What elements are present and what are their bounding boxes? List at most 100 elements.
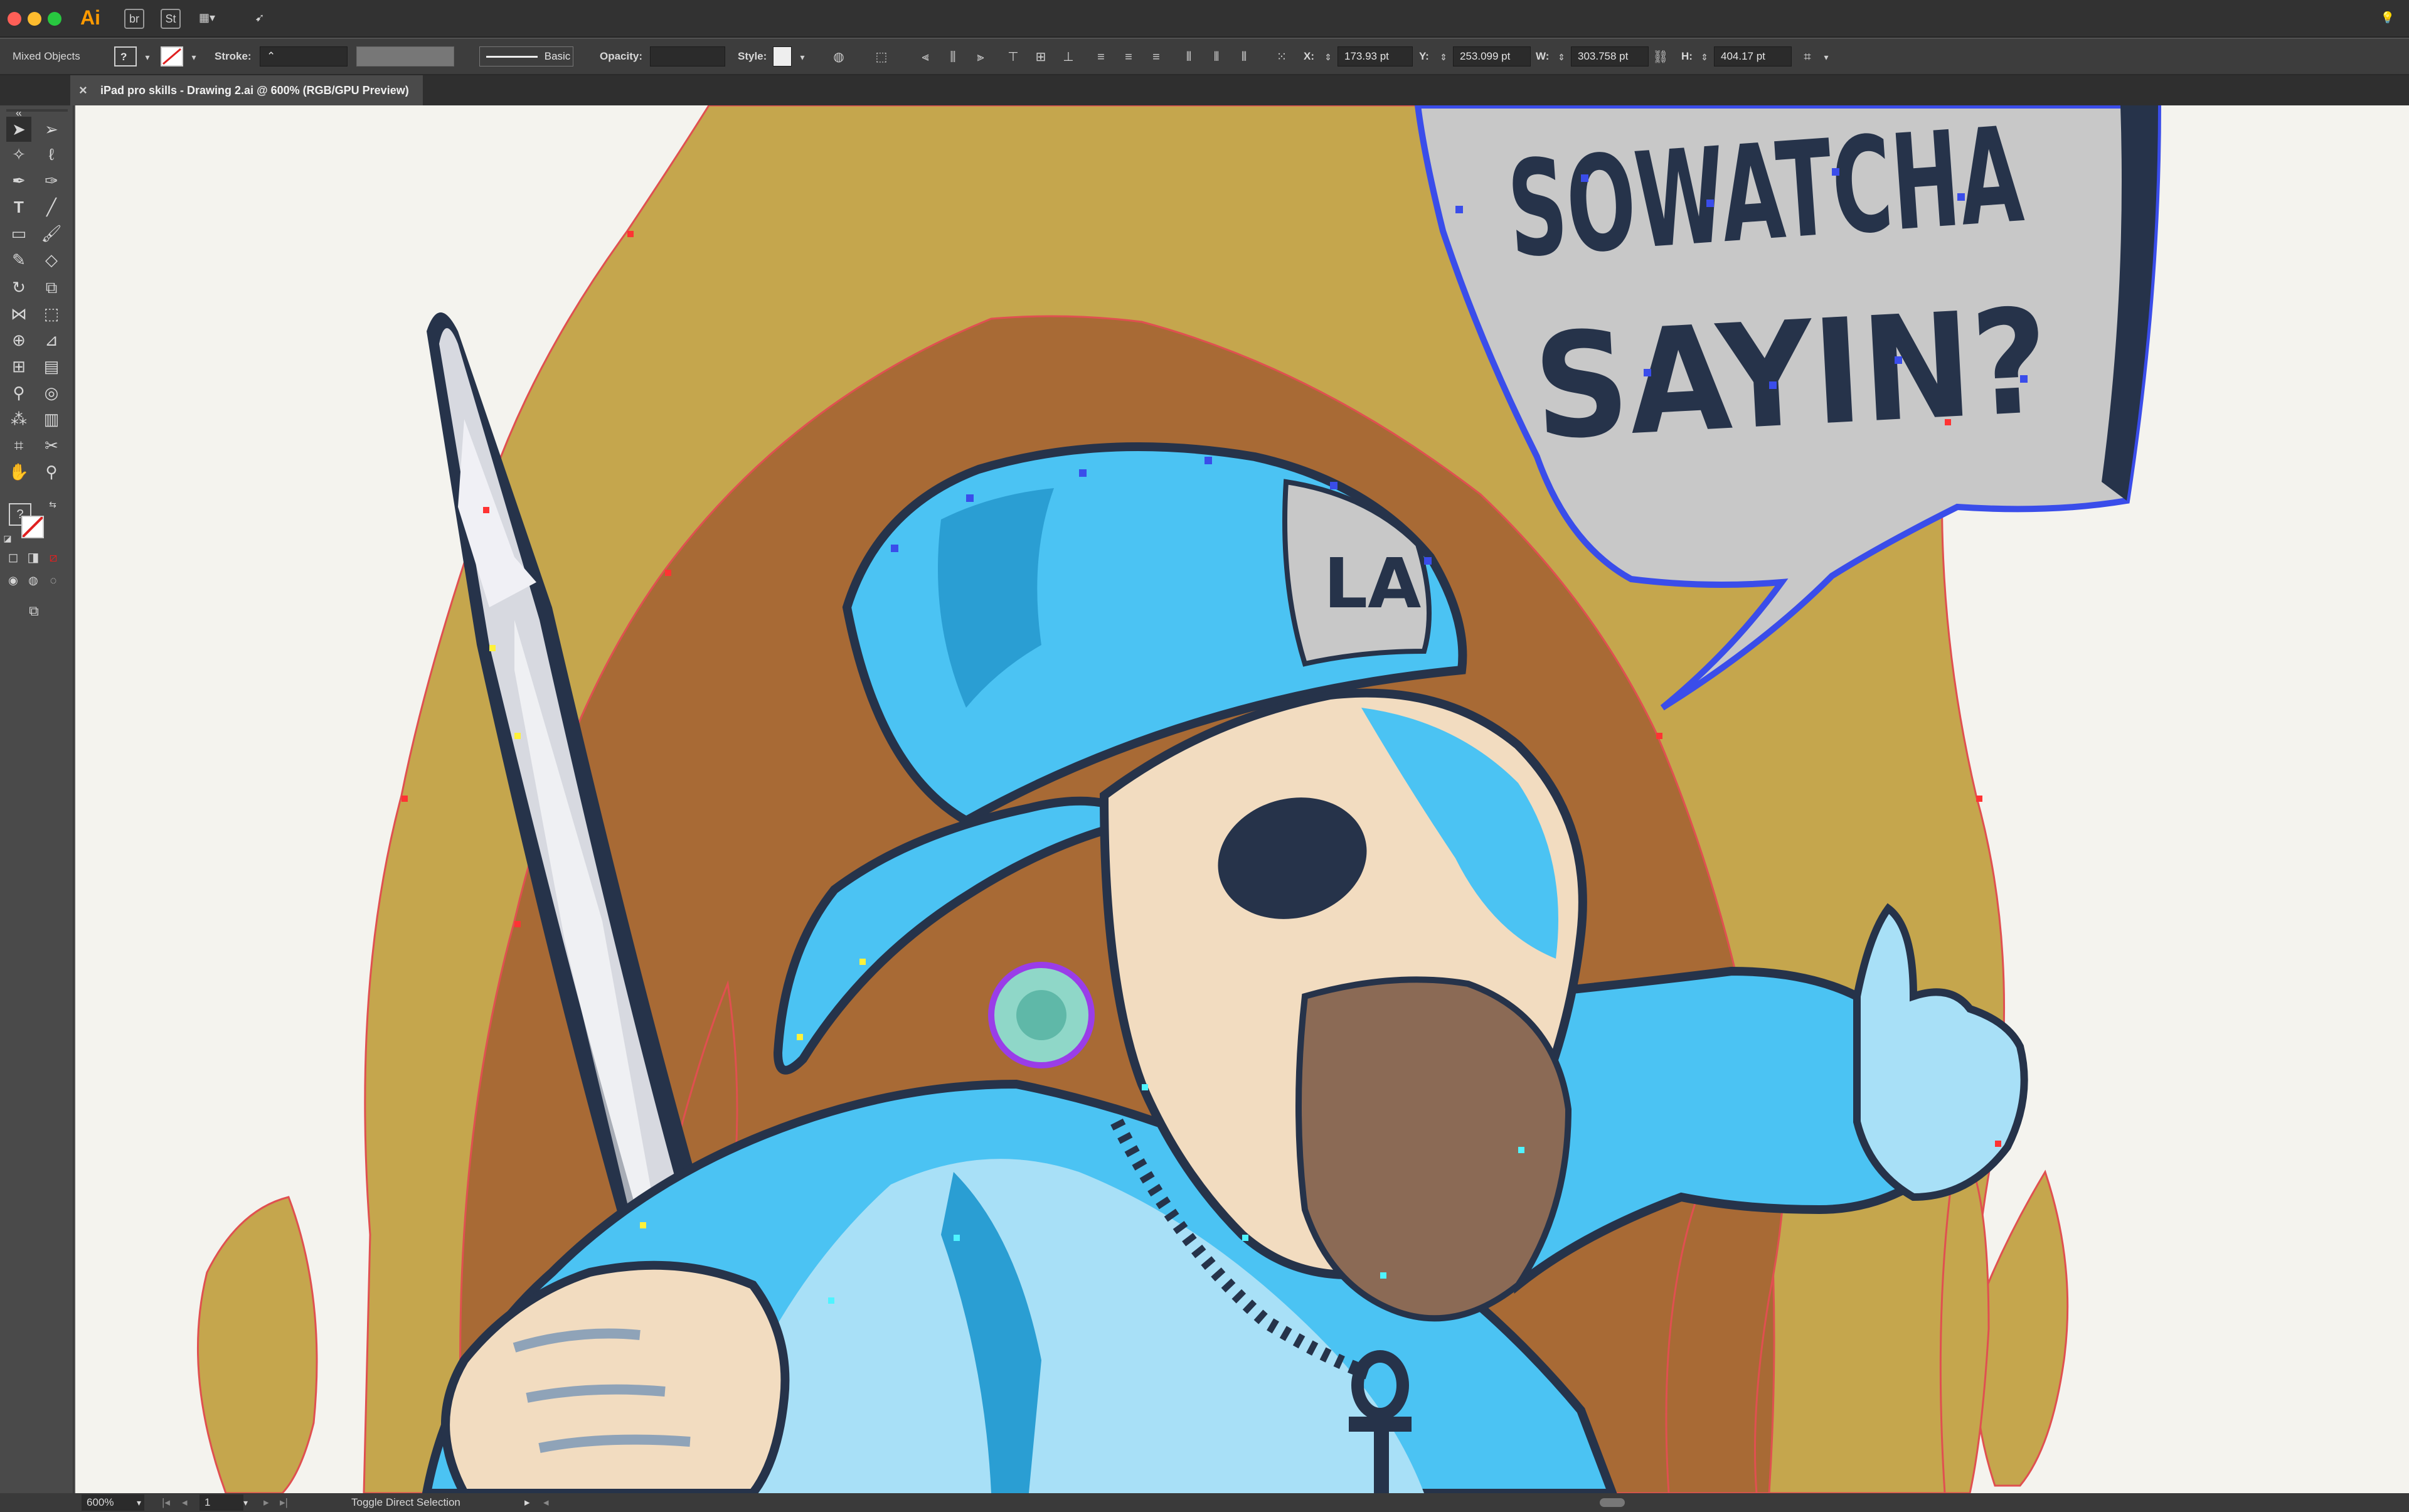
align-left-icon[interactable]: ⫷ — [916, 48, 935, 67]
brush-definition-dropdown[interactable]: Basic — [479, 46, 573, 67]
stroke-weight-field[interactable]: ⌃ — [260, 46, 348, 67]
chevron-down-icon[interactable]: ▾ — [793, 48, 812, 67]
eraser-tool-icon[interactable]: ◇ — [39, 247, 64, 272]
chevron-down-icon[interactable]: ▾ — [184, 48, 203, 67]
default-colors-icon[interactable]: ◪ — [1, 532, 14, 545]
distribute-right-icon[interactable]: ⦀ — [1235, 48, 1253, 67]
distribute-center-icon[interactable]: ⦀ — [1207, 48, 1226, 67]
stepper-icon[interactable]: ⇕ — [1695, 48, 1714, 67]
chevron-down-icon[interactable]: ▾ — [138, 48, 157, 67]
direct-selection-tool-icon[interactable]: ➢ — [39, 117, 64, 142]
symbol-sprayer-tool-icon[interactable]: ⁂ — [6, 407, 31, 432]
chevron-down-icon[interactable]: ▾ — [1817, 48, 1836, 67]
previous-artboard-icon[interactable]: ◂ — [182, 1493, 188, 1512]
scroll-left-icon[interactable]: ◂ — [543, 1493, 549, 1512]
stepper-icon[interactable]: ⇕ — [1319, 48, 1337, 67]
none-mode-icon[interactable]: ⧄ — [45, 550, 61, 566]
slice-tool-icon[interactable]: ✂ — [39, 433, 64, 458]
status-menu-icon[interactable]: ▸ — [524, 1493, 530, 1512]
stock-icon[interactable]: St — [161, 9, 181, 29]
transform-options-icon[interactable]: ⌗ — [1798, 48, 1817, 67]
stroke-swatch[interactable] — [161, 46, 183, 67]
last-artboard-icon[interactable]: ▸| — [280, 1493, 288, 1512]
gradient-mode-icon[interactable]: ◨ — [25, 550, 41, 566]
stepper-icon[interactable]: ⇕ — [1552, 48, 1571, 67]
zoom-level-field[interactable]: 600% — [82, 1494, 144, 1511]
y-position-field[interactable]: 253.099 pt — [1453, 46, 1531, 67]
reference-point-icon[interactable]: ⁙ — [1272, 48, 1291, 67]
align-top-icon[interactable]: ⊤ — [1004, 48, 1023, 67]
artboard-tool-icon[interactable]: ⌗ — [6, 433, 31, 458]
distribute-middle-icon[interactable]: ≡ — [1119, 48, 1138, 67]
perspective-grid-tool-icon[interactable]: ⊿ — [39, 327, 64, 353]
fill-swatch[interactable]: ? — [114, 46, 137, 67]
rectangle-tool-icon[interactable]: ▭ — [6, 221, 31, 246]
zoom-window-button[interactable] — [48, 12, 61, 26]
align-center-icon[interactable]: ⫼ — [944, 48, 962, 67]
width-field[interactable]: 303.758 pt — [1571, 46, 1649, 67]
type-tool-icon[interactable]: T — [6, 194, 31, 220]
line-segment-tool-icon[interactable]: ╱ — [39, 194, 64, 220]
swap-colors-icon[interactable]: ⇆ — [46, 498, 59, 511]
graphic-style-swatch[interactable] — [773, 46, 792, 67]
gradient-tool-icon[interactable]: ▤ — [39, 354, 64, 379]
align-bottom-icon[interactable]: ⊥ — [1059, 48, 1078, 67]
paintbrush-tool-icon[interactable]: 🖌 — [39, 221, 64, 246]
zoom-tool-icon[interactable]: ⚲ — [39, 459, 64, 484]
speech-text-line-2[interactable]: SAYIN? — [1530, 278, 2053, 472]
free-transform-tool-icon[interactable]: ⬚ — [39, 301, 64, 326]
pen-tool-icon[interactable]: ✒ — [6, 168, 31, 193]
document-tab[interactable]: × iPad pro skills - Drawing 2.ai @ 600% … — [70, 75, 423, 105]
selection-tool-icon[interactable]: ➤ — [6, 117, 31, 142]
height-field[interactable]: 404.17 pt — [1714, 46, 1792, 67]
recolor-artwork-icon[interactable]: ◍ — [829, 48, 848, 67]
horizontal-scrollbar-thumb[interactable] — [1600, 1498, 1625, 1507]
workspace-layout-icon[interactable]: ▦▾ — [197, 9, 217, 29]
align-middle-icon[interactable]: ⊞ — [1031, 48, 1050, 67]
lasso-tool-icon[interactable]: ℓ — [39, 142, 64, 167]
gpu-performance-icon[interactable]: ➹ — [250, 9, 270, 29]
rotate-tool-icon[interactable]: ↻ — [6, 275, 31, 300]
stroke-color-box[interactable] — [21, 516, 44, 538]
distribute-left-icon[interactable]: ⦀ — [1179, 48, 1198, 67]
hand-tool-icon[interactable]: ✋ — [6, 459, 31, 484]
draw-behind-icon[interactable]: ◍ — [25, 572, 41, 588]
close-window-button[interactable] — [8, 12, 21, 26]
align-to-icon[interactable]: ⬚ — [872, 48, 891, 67]
constrain-proportions-icon[interactable]: ⛓ — [1651, 48, 1670, 67]
curvature-tool-icon[interactable]: ✑ — [39, 168, 64, 193]
shaper-tool-icon[interactable]: ✎ — [6, 247, 31, 272]
draw-normal-icon[interactable]: ◉ — [5, 572, 21, 588]
blend-tool-icon[interactable]: ◎ — [39, 380, 64, 405]
close-tab-icon[interactable]: × — [79, 75, 87, 105]
panel-grip[interactable] — [6, 109, 68, 112]
color-mode-icon[interactable]: ◻ — [5, 550, 21, 566]
first-artboard-icon[interactable]: |◂ — [162, 1493, 170, 1512]
beard[interactable] — [1295, 976, 1572, 1322]
width-tool-icon[interactable]: ⋈ — [6, 301, 31, 326]
artboard-canvas[interactable]: SOWATCHA SAYIN? LA — [75, 105, 2409, 1493]
chevron-down-icon[interactable]: ▾ — [137, 1493, 141, 1512]
column-graph-tool-icon[interactable]: ▥ — [39, 407, 64, 432]
lightbulb-icon[interactable]: 💡 — [2378, 9, 2398, 29]
opacity-field[interactable] — [650, 46, 725, 67]
distribute-bottom-icon[interactable]: ≡ — [1147, 48, 1166, 67]
variable-width-profile[interactable] — [356, 46, 454, 67]
x-position-field[interactable]: 173.93 pt — [1337, 46, 1413, 67]
screen-mode-icon[interactable]: ⧉ — [21, 599, 46, 624]
minimize-window-button[interactable] — [28, 12, 41, 26]
magic-wand-tool-icon[interactable]: ✧ — [6, 142, 31, 167]
draw-inside-icon[interactable]: ◌ — [45, 572, 61, 588]
shape-builder-tool-icon[interactable]: ⊕ — [6, 327, 31, 353]
align-right-icon[interactable]: ⫸ — [971, 48, 990, 67]
bridge-icon[interactable]: br — [124, 9, 144, 29]
chevron-down-icon[interactable]: ▾ — [243, 1493, 248, 1512]
scale-tool-icon[interactable]: ⧉ — [39, 275, 64, 300]
distribute-top-icon[interactable]: ≡ — [1092, 48, 1110, 67]
stepper-icon[interactable]: ⇕ — [1434, 48, 1453, 67]
mesh-tool-icon[interactable]: ⊞ — [6, 354, 31, 379]
illustration-artwork[interactable]: SOWATCHA SAYIN? LA — [75, 105, 2409, 1493]
next-artboard-icon[interactable]: ▸ — [263, 1493, 269, 1512]
eyedropper-tool-icon[interactable]: ⚲ — [6, 380, 31, 405]
artboard-number-field[interactable]: 1 — [199, 1494, 243, 1511]
